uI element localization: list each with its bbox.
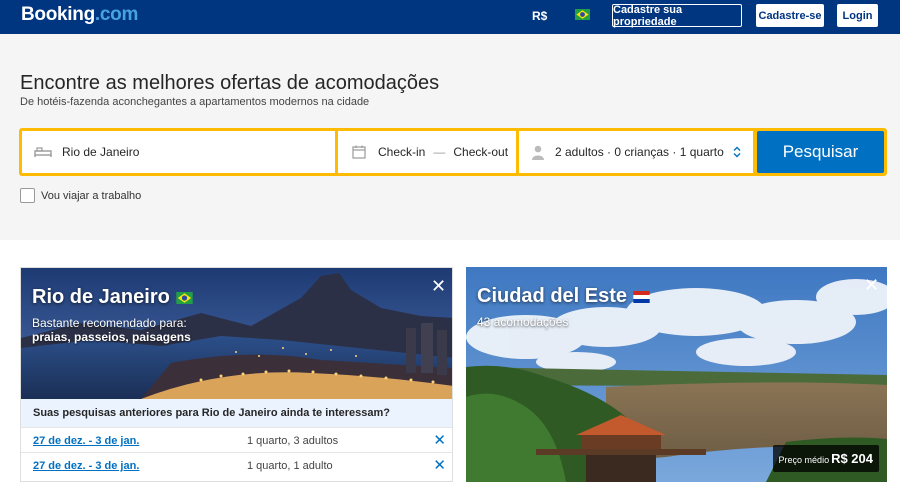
- previous-search-dates[interactable]: 27 de dez. - 3 de jan.: [33, 460, 139, 472]
- close-icon[interactable]: ✕: [864, 276, 879, 294]
- destination-value: Rio de Janeiro: [62, 145, 140, 159]
- rio-tags: praias, passeios, paisagens: [32, 330, 191, 344]
- brazil-flag-icon[interactable]: [575, 9, 590, 20]
- rio-recommended-label: Bastante recomendado para:: [32, 316, 187, 330]
- checkout-label[interactable]: Check-out: [453, 145, 508, 159]
- work-trip-label: Vou viajar a trabalho: [41, 189, 142, 202]
- search-button[interactable]: Pesquisar: [757, 131, 884, 173]
- brazil-flag-icon: [176, 291, 193, 304]
- top-header: Booking.com R$ Cadastre sua propriedade …: [0, 0, 900, 34]
- average-price-value: R$ 204: [831, 451, 873, 466]
- currency-selector[interactable]: R$: [532, 9, 547, 23]
- register-button[interactable]: Cadastre-se: [756, 4, 824, 27]
- ciudad-property-count: 43 acomodações: [477, 315, 569, 329]
- destination-field[interactable]: Rio de Janeiro: [22, 131, 335, 173]
- page-subtitle: De hotéis-fazenda aconchegantes a aparta…: [20, 96, 370, 108]
- close-icon[interactable]: ✕: [431, 277, 446, 295]
- destination-card-ciudad-del-este[interactable]: Ciudad del Este 43 acomodações ✕ Preço m…: [466, 267, 887, 482]
- guests-value: 2 adultos · 0 crianças · 1 quarto: [555, 145, 724, 159]
- previous-search-row[interactable]: 27 de dez. - 3 de jan. 1 quarto, 3 adult…: [21, 427, 452, 452]
- work-trip-checkbox[interactable]: [20, 188, 35, 203]
- dates-field[interactable]: Check-in — Check-out: [338, 131, 516, 173]
- guests-field[interactable]: 2 adultos · 0 crianças · 1 quarto: [519, 131, 753, 173]
- search-bar: Rio de Janeiro Check-in — Check-out 2 ad…: [19, 128, 887, 176]
- work-trip-option[interactable]: Vou viajar a trabalho: [20, 188, 141, 203]
- paraguay-flag-icon: [633, 290, 650, 303]
- rio-city-name: Rio de Janeiro: [32, 286, 193, 309]
- hero-section: Encontre as melhores ofertas de acomodaç…: [0, 34, 900, 240]
- checkin-label[interactable]: Check-in: [378, 145, 425, 159]
- remove-icon[interactable]: ✕: [433, 456, 446, 474]
- previous-search-info: 1 quarto, 1 adulto: [247, 460, 333, 472]
- page-title: Encontre as melhores ofertas de acomodaç…: [20, 72, 440, 94]
- previous-searches: Suas pesquisas anteriores para Rio de Ja…: [21, 399, 452, 481]
- ciudad-city-name: Ciudad del Este: [477, 285, 650, 308]
- previous-search-dates[interactable]: 27 de dez. - 3 de jan.: [33, 435, 139, 447]
- previous-search-info: 1 quarto, 3 adultos: [247, 435, 339, 447]
- chevron-updown-icon: [733, 146, 741, 158]
- list-property-button[interactable]: Cadastre sua propriedade: [612, 4, 742, 28]
- remove-icon[interactable]: ✕: [433, 431, 446, 449]
- previous-searches-title: Suas pesquisas anteriores para Rio de Ja…: [21, 399, 452, 427]
- person-icon: [532, 145, 544, 160]
- average-price-label: Preço médio: [778, 455, 830, 465]
- destination-card-rio[interactable]: Rio de Janeiro Bastante recomendado para…: [20, 267, 453, 482]
- calendar-icon: [352, 145, 366, 159]
- booking-logo[interactable]: Booking.com: [21, 4, 138, 26]
- date-separator: —: [433, 145, 446, 159]
- previous-search-row[interactable]: 27 de dez. - 3 de jan. 1 quarto, 1 adult…: [21, 452, 452, 477]
- average-price-badge: Preço médio R$ 204: [772, 445, 879, 472]
- login-button[interactable]: Login: [837, 4, 878, 27]
- bed-icon: [34, 147, 52, 157]
